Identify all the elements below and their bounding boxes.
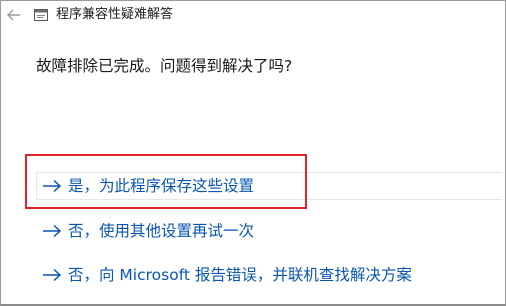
option-save-settings[interactable]: 是，为此程序保存这些设置 (36, 172, 502, 200)
troubleshoot-question: 故障排除已完成。问题得到解决了吗? (36, 57, 293, 75)
window-title: 程序兼容性疑难解答 (56, 7, 174, 22)
option-label: 否，使用其他设置再试一次 (68, 222, 255, 240)
right-arrow-icon (43, 179, 62, 193)
title-bar: 程序兼容性疑难解答 (0, 0, 506, 30)
compatibility-troubleshooter-icon (34, 9, 48, 21)
back-button[interactable] (4, 5, 24, 25)
right-arrow-icon (43, 268, 62, 282)
right-arrow-icon (43, 224, 62, 238)
option-report-to-microsoft[interactable]: 否，向 Microsoft 报告错误，并联机查找解决方案 (40, 261, 412, 289)
back-arrow-icon (7, 9, 20, 21)
option-label: 否，向 Microsoft 报告错误，并联机查找解决方案 (68, 266, 412, 284)
option-try-other-settings[interactable]: 否，使用其他设置再试一次 (40, 217, 254, 245)
option-label: 是，为此程序保存这些设置 (68, 177, 255, 195)
